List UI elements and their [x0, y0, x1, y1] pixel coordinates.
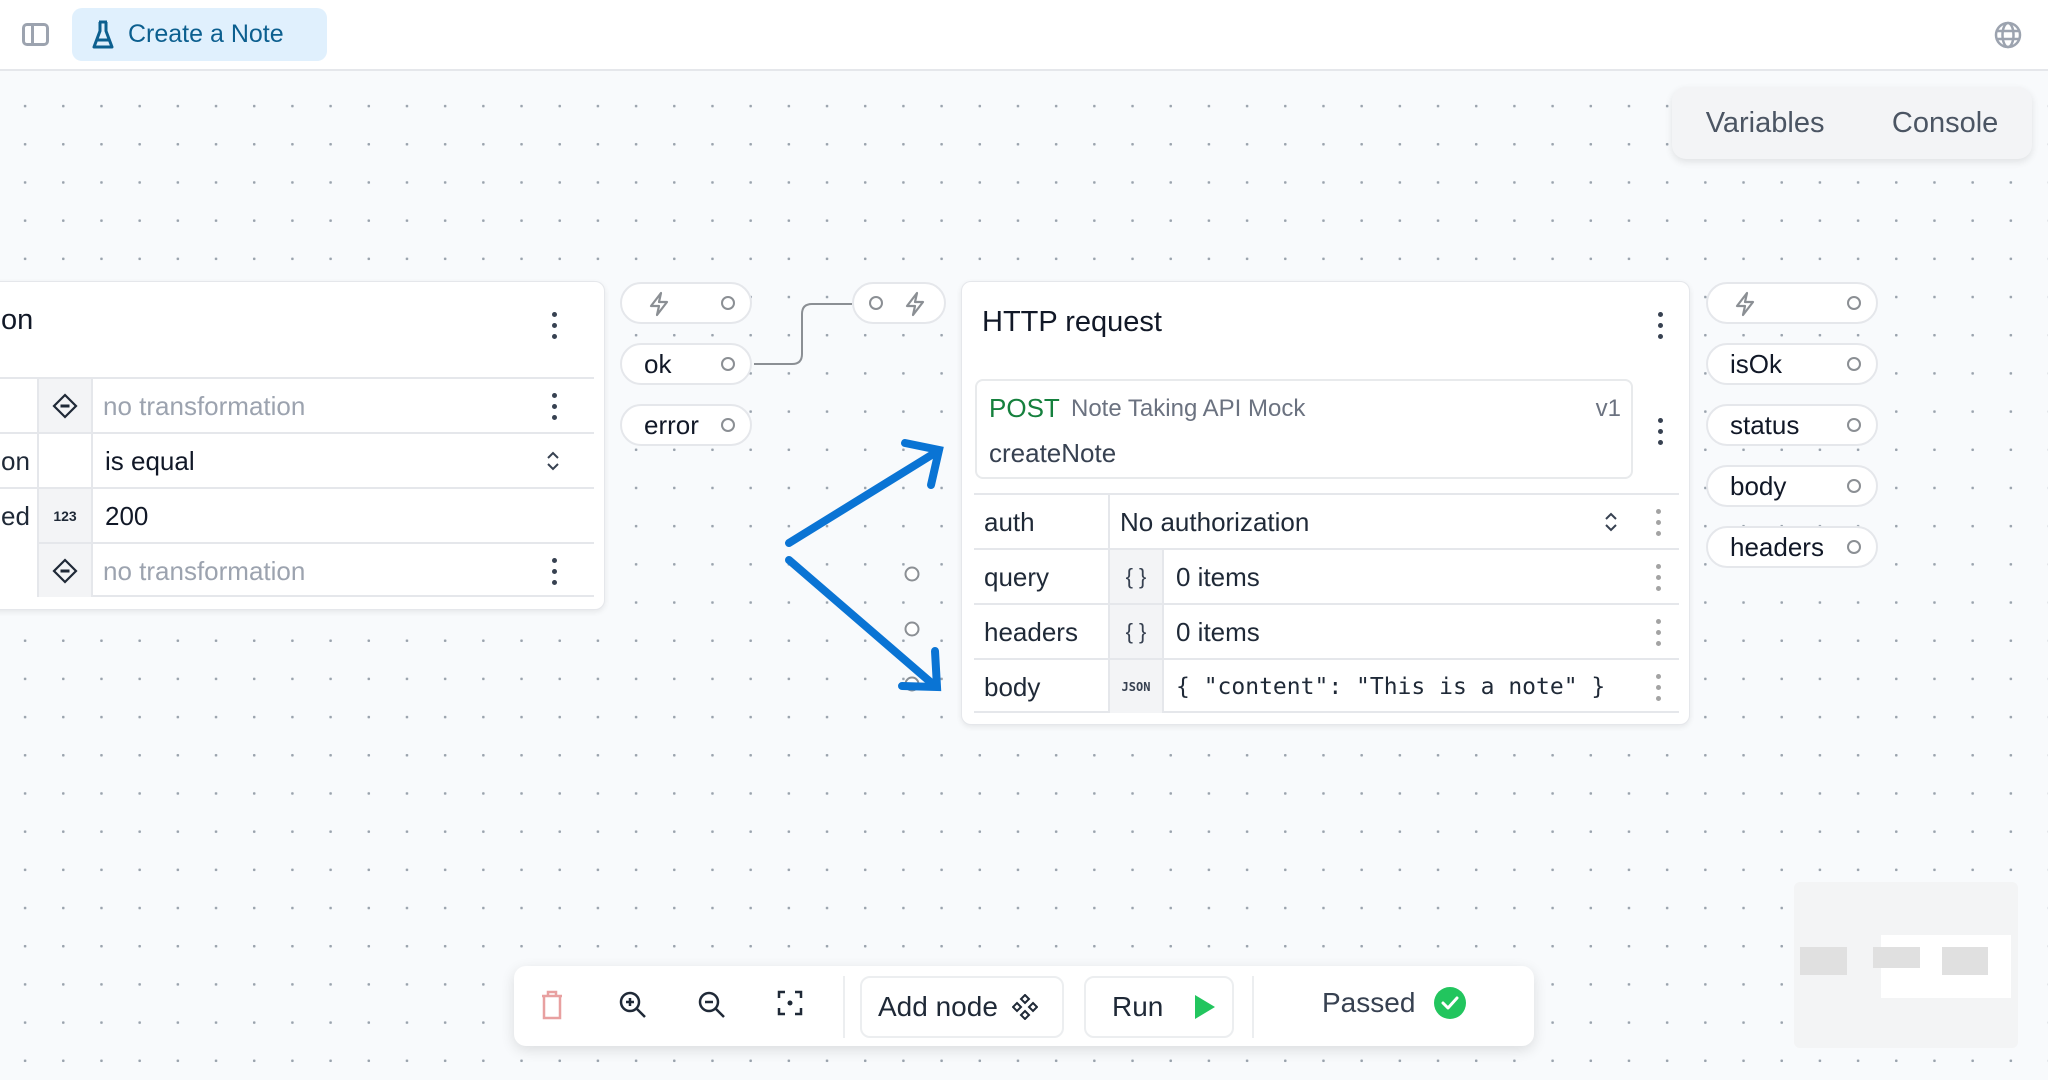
headers-output[interactable]: headers: [1706, 526, 1878, 568]
zoom-out-icon[interactable]: [697, 990, 727, 1020]
param-row-query: query { } 0 items: [974, 548, 1679, 603]
body-value[interactable]: { "content": "This is a note" }: [1176, 674, 1605, 700]
param-label: auth: [984, 507, 1035, 537]
param-label: query: [984, 562, 1050, 592]
play-icon: [1195, 995, 1216, 1019]
edge-ok-to-trigger: [754, 303, 852, 365]
minimap[interactable]: [1794, 882, 2018, 1048]
add-node-button[interactable]: Add node: [860, 976, 1064, 1038]
isok-output[interactable]: isOk: [1706, 343, 1878, 385]
param-label: body: [984, 672, 1041, 702]
row-menu-icon[interactable]: [1655, 564, 1661, 591]
json-icon[interactable]: JSON: [1108, 660, 1164, 713]
row-menu-icon[interactable]: [1655, 509, 1661, 536]
param-row-headers: headers { } 0 items: [974, 603, 1679, 658]
input-port: [904, 621, 920, 637]
http-method: POST: [989, 393, 1060, 423]
minimap-node: [1873, 947, 1920, 968]
check-circle-icon: [1434, 987, 1467, 1019]
query-value[interactable]: 0 items: [1176, 562, 1260, 593]
headers-value[interactable]: 0 items: [1176, 617, 1260, 648]
body-output[interactable]: body: [1706, 465, 1878, 507]
row-menu-icon[interactable]: [1655, 674, 1661, 701]
operation-menu-icon[interactable]: [1657, 418, 1663, 445]
run-status: Passed: [1322, 986, 1467, 1020]
http-request-node[interactable]: HTTP request POST Note Taking API Mock v…: [961, 281, 1690, 725]
object-icon[interactable]: { }: [1108, 605, 1164, 658]
output-port[interactable]: [1847, 418, 1861, 432]
minimap-node: [1942, 947, 1988, 975]
zoom-in-icon[interactable]: [618, 990, 648, 1020]
param-label: headers: [984, 617, 1078, 647]
row-menu-icon[interactable]: [1655, 619, 1661, 646]
run-button[interactable]: Run: [1084, 976, 1234, 1038]
object-icon[interactable]: { }: [1108, 550, 1164, 603]
param-row-auth: auth No authorization: [974, 493, 1679, 548]
auth-select[interactable]: No authorization: [1108, 495, 1648, 548]
operation-selector[interactable]: POST Note Taking API Mock v1 createNote: [975, 379, 1633, 479]
node-menu-icon[interactable]: [1657, 312, 1663, 339]
output-port[interactable]: [1847, 357, 1861, 371]
node-title: HTTP request: [982, 306, 1162, 338]
operation-name: createNote: [989, 438, 1117, 468]
chevron-updown-icon[interactable]: [1604, 511, 1618, 533]
output-port[interactable]: [1847, 479, 1861, 493]
add-node-icon: [1011, 994, 1038, 1020]
output-port[interactable]: [1847, 296, 1861, 310]
minimap-node: [1800, 947, 1847, 975]
lightning-icon: [1735, 291, 1755, 317]
trash-icon[interactable]: [540, 990, 564, 1020]
status-output[interactable]: status: [1706, 404, 1878, 446]
trigger-output[interactable]: [1706, 282, 1878, 324]
input-port: [904, 566, 920, 582]
api-name: Note Taking API Mock: [1071, 395, 1306, 422]
canvas-toolbar: Add node Run Passed: [514, 966, 1534, 1046]
status-label: Passed: [1322, 987, 1416, 1018]
fit-view-icon[interactable]: [777, 990, 803, 1016]
annotation-arrow-up: [785, 439, 944, 547]
api-version: v1: [1595, 395, 1621, 422]
param-row-body: body JSON { "content": "This is a note" …: [974, 658, 1679, 713]
toolbar-divider: [843, 976, 845, 1038]
toolbar-divider: [1252, 976, 1254, 1038]
output-port[interactable]: [1847, 540, 1861, 554]
